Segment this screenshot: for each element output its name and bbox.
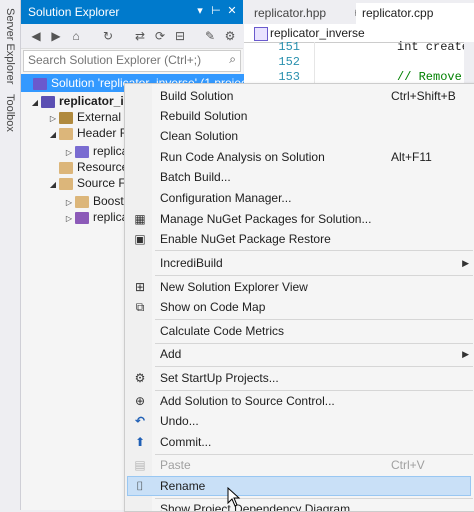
menu-item-manage-nuget[interactable]: ▦ Manage NuGet Packages for Solution... xyxy=(125,209,474,229)
panel-title: Solution Explorer xyxy=(28,5,120,19)
menu-item-build-solution[interactable]: Build Solution Ctrl+Shift+B xyxy=(125,86,474,106)
menu-separator xyxy=(155,250,473,251)
cpp-file-icon xyxy=(75,211,89,224)
menu-item-add-to-source-control[interactable]: ⊕ Add Solution to Source Control... xyxy=(125,391,474,411)
menu-item-configuration-manager[interactable]: Configuration Manager... xyxy=(125,188,474,208)
pin-icon[interactable]: ⊢ xyxy=(209,4,223,18)
search-icon[interactable]: ⌕ xyxy=(229,52,236,67)
menu-item-undo[interactable]: ↶ Undo... xyxy=(125,411,474,431)
menu-item-show-dependency-diagram[interactable]: Show Project Dependency Diagram xyxy=(125,499,474,511)
line-number: 152 xyxy=(278,55,300,69)
back-icon[interactable]: ◀ xyxy=(27,28,45,44)
solution-explorer-toolbar: ◀ ▶ ⌂ ↻ ⇄ ⟳ ⊟ ✎ ⚙ xyxy=(21,24,243,49)
collapsed-arrow-icon[interactable]: ▷ xyxy=(63,210,75,228)
menu-separator xyxy=(155,319,473,320)
refresh-icon[interactable]: ⟳ xyxy=(151,28,169,44)
external-deps-icon xyxy=(59,111,73,124)
settings-icon[interactable]: ⚙ xyxy=(221,28,239,44)
menu-item-show-on-code-map[interactable]: ⧉ Show on Code Map xyxy=(125,297,474,317)
gear-icon: ⚙ xyxy=(134,371,146,385)
menu-separator xyxy=(155,275,473,276)
tab-replicator-hpp[interactable]: replicator.hpp ⊢ ✕ xyxy=(248,3,374,24)
search-box[interactable]: ⌕ xyxy=(23,50,241,72)
home-icon[interactable]: ⌂ xyxy=(67,28,85,44)
code-line[interactable]: int create_t xyxy=(397,40,474,54)
menu-item-batch-build[interactable]: Batch Build... xyxy=(125,167,474,187)
folder-icon xyxy=(75,195,89,208)
window-position-dropdown-icon[interactable]: ▾ xyxy=(193,4,207,18)
submenu-arrow-icon: ▶ xyxy=(462,258,469,268)
code-comment[interactable]: // Remove te xyxy=(397,70,474,84)
project-icon xyxy=(41,95,55,108)
solution-icon xyxy=(33,77,47,90)
paste-icon: ▤ xyxy=(134,458,146,472)
server-explorer-tab[interactable]: Server Explorer xyxy=(1,4,19,88)
menu-item-commit[interactable]: ⬆ Commit... xyxy=(125,432,474,452)
project-icon xyxy=(254,27,268,41)
menu-separator xyxy=(155,366,473,367)
collapse-all-icon[interactable]: ⊟ xyxy=(171,28,189,44)
header-file-icon xyxy=(75,145,89,158)
nuget-icon: ▦ xyxy=(134,212,146,226)
properties-icon[interactable]: ✎ xyxy=(201,28,219,44)
pending-changes-icon[interactable]: ⇄ xyxy=(131,28,149,44)
forward-icon[interactable]: ▶ xyxy=(47,28,65,44)
menu-item-calculate-code-metrics[interactable]: Calculate Code Metrics xyxy=(125,321,474,341)
source-control-icon: ⊕ xyxy=(134,394,146,408)
folder-icon xyxy=(59,127,73,140)
mouse-cursor-icon xyxy=(227,487,241,507)
editor-tab-strip: replicator.hpp ⊢ ✕ replicator.cpp xyxy=(244,0,474,24)
submenu-arrow-icon: ▶ xyxy=(462,349,469,359)
menu-item-rebuild-solution[interactable]: Rebuild Solution xyxy=(125,106,474,126)
commit-icon: ⬆ xyxy=(134,435,146,449)
menu-item-run-code-analysis[interactable]: Run Code Analysis on Solution Alt+F11 xyxy=(125,147,474,167)
menu-item-clean-solution[interactable]: Clean Solution xyxy=(125,126,474,146)
undo-icon: ↶ xyxy=(134,414,146,428)
side-tab-strip: Server Explorer Toolbox xyxy=(0,0,21,510)
folder-icon xyxy=(59,161,73,174)
context-menu: Build Solution Ctrl+Shift+B Rebuild Solu… xyxy=(124,83,474,512)
sync-icon[interactable]: ↻ xyxy=(99,28,117,44)
menu-item-set-startup-projects[interactable]: ⚙ Set StartUp Projects... xyxy=(125,368,474,388)
project-scope-selector[interactable]: replicator_inverse xyxy=(270,26,365,40)
code-map-icon: ⧉ xyxy=(135,300,145,314)
tab-replicator-cpp[interactable]: replicator.cpp xyxy=(356,3,474,24)
rename-icon: ⌷ xyxy=(136,479,144,493)
menu-item-nuget-restore[interactable]: ▣ Enable NuGet Package Restore xyxy=(125,229,474,249)
folder-icon xyxy=(59,177,73,190)
line-number: 151 xyxy=(278,40,300,54)
close-icon[interactable]: ✕ xyxy=(225,4,239,18)
search-input[interactable] xyxy=(24,51,222,69)
menu-item-new-solution-explorer-view[interactable]: ⊞ New Solution Explorer View xyxy=(125,277,474,297)
menu-item-paste[interactable]: ▤ Paste Ctrl+V xyxy=(125,455,474,475)
toolbox-tab[interactable]: Toolbox xyxy=(1,88,19,138)
new-view-icon: ⊞ xyxy=(134,280,146,294)
line-number: 153 xyxy=(278,70,300,84)
solution-explorer-titlebar: Solution Explorer ▾ ⊢ ✕ xyxy=(21,0,243,24)
menu-item-add[interactable]: Add ▶ xyxy=(125,344,474,364)
package-restore-icon: ▣ xyxy=(134,232,146,246)
menu-item-rename[interactable]: ⌷ Rename xyxy=(125,476,474,496)
menu-item-incredibuild[interactable]: IncrediBuild ▶ xyxy=(125,253,474,273)
